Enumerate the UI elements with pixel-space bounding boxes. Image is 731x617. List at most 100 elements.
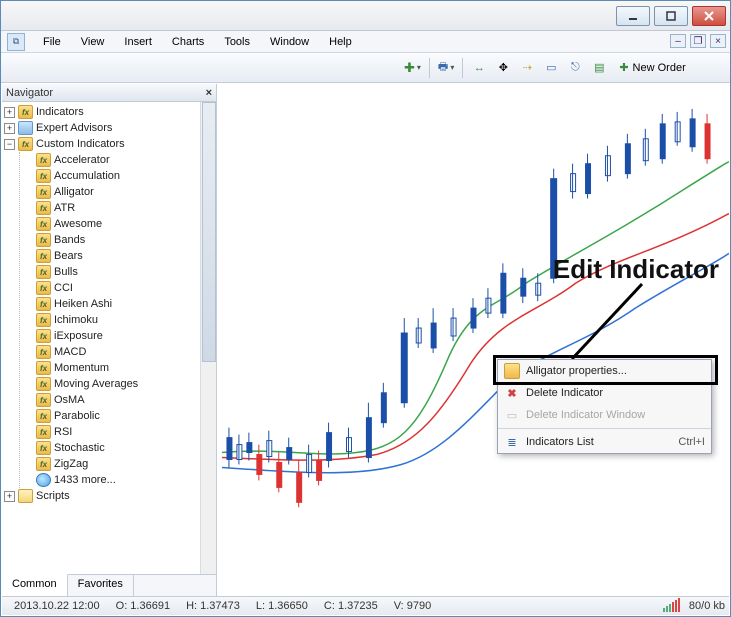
cursor-button[interactable]: ✥ [492,57,514,79]
scrollbar-thumb[interactable] [202,102,216,362]
chart-area[interactable]: Edit Indicator Alligator properties... ✖… [217,84,729,596]
auto-scroll-button[interactable]: ⇢ [516,57,538,79]
tab-common[interactable]: Common [2,574,68,596]
fx-icon [36,233,51,247]
menu-file[interactable]: File [33,33,71,51]
tree-item[interactable]: Accelerator [25,152,216,168]
indicators-button[interactable]: ⎋ [564,57,586,79]
tree-item[interactable]: Momentum [25,360,216,376]
collapse-icon[interactable]: − [4,139,15,150]
tree-item[interactable]: Awesome [25,216,216,232]
fx-icon [36,441,51,455]
expand-icon[interactable]: + [4,123,15,134]
tree-item[interactable]: Ichimoku [25,312,216,328]
tree-label: Stochastic [54,442,105,454]
menu-view[interactable]: View [71,33,115,51]
menu-label: Delete Indicator [526,387,603,399]
tab-favorites[interactable]: Favorites [68,575,134,596]
tree-item[interactable]: Bulls [25,264,216,280]
tree-item[interactable]: CCI [25,280,216,296]
tree-item[interactable]: Stochastic [25,440,216,456]
tree-label: Bears [54,250,83,262]
tree-label: Alligator [54,186,94,198]
navigator-scrollbar[interactable] [200,102,216,574]
mdi-restore-button[interactable]: ❐ [690,34,706,48]
tree-item[interactable]: Alligator [25,184,216,200]
navigator-tree: +Indicators + Expert Advisors −Custom Ind… [2,102,216,574]
minimize-button[interactable] [616,6,650,26]
tree-item[interactable]: RSI [25,424,216,440]
menu-shortcut: Ctrl+I [678,436,705,448]
menu-insert[interactable]: Insert [114,33,162,51]
mdi-close-button[interactable]: × [710,34,726,48]
maximize-button[interactable] [654,6,688,26]
expand-icon[interactable]: + [4,491,15,502]
advisor-icon [18,121,33,135]
navigator-panel: Navigator × +Indicators +Expert Advisors… [2,84,217,596]
context-menu: Alligator properties... ✖ Delete Indicat… [497,359,712,454]
separator [462,58,463,78]
new-order-button[interactable]: ✚New Order [612,57,692,79]
menu-tools[interactable]: Tools [214,33,260,51]
fx-icon [36,153,51,167]
navigator-close-icon[interactable]: × [206,87,212,99]
chart-svg [217,84,729,576]
tree-label: RSI [54,426,72,438]
tree-item[interactable]: Moving Averages [25,376,216,392]
menu-window[interactable]: Window [260,33,319,51]
app-window: ⧉ File View Insert Charts Tools Window H… [0,0,731,617]
new-chart-button[interactable]: ✚▾ [401,57,424,79]
profiles-button[interactable]: 🖶▾ [435,57,457,79]
tree-label: Moving Averages [54,378,138,390]
expand-icon[interactable]: + [4,107,15,118]
custom-children: Accelerator Accumulation Alligator ATRAweso… [19,152,216,488]
fx-icon [36,249,51,263]
tree-item[interactable]: Accumulation [25,168,216,184]
tree-label: Ichimoku [54,314,98,326]
tree-expert-advisors[interactable]: + Expert Advisors [4,120,216,136]
menu-help[interactable]: Help [319,33,362,51]
tree-label: Accumulation [54,170,120,182]
fx-icon [36,329,51,343]
tree-label: Heiken Ashi [54,298,112,310]
new-order-label: New Order [633,62,686,74]
tree-label: OsMA [54,394,85,406]
tree-item[interactable]: Bands [25,232,216,248]
fx-icon [36,377,51,391]
tree-item[interactable]: ATR [25,200,216,216]
tree-item[interactable]: OsMA [25,392,216,408]
menu-properties[interactable]: Alligator properties... [498,360,711,382]
tree-item[interactable]: MACD [25,344,216,360]
menubar: ⧉ File View Insert Charts Tools Window H… [1,31,730,53]
delete-icon: ✖ [504,385,520,401]
tree-item[interactable]: Heiken Ashi [25,296,216,312]
tree-label: Bands [54,234,85,246]
tree-label: Expert Advisors [36,122,112,134]
tree-item[interactable]: Parabolic [25,408,216,424]
tree-more[interactable]: 1433 more... [25,472,216,488]
tree-item[interactable]: Bears [25,248,216,264]
tree-scripts[interactable]: +Scripts [4,488,216,504]
tree-item[interactable]: ZigZag [25,456,216,472]
chart-shift-button[interactable]: ▭ [540,57,562,79]
fx-icon [36,265,51,279]
fx-icon [504,363,520,379]
menu-delete-window: ▭ Delete Indicator Window [498,404,711,426]
templates-button[interactable]: ▤ [588,57,610,79]
tree-custom-indicators[interactable]: −Custom Indicators [4,136,216,152]
menu-delete-indicator[interactable]: ✖ Delete Indicator [498,382,711,404]
crosshair-button[interactable]: ↔ [468,57,490,79]
separator [429,58,430,78]
menu-label: Alligator properties... [526,365,627,377]
close-button[interactable] [692,6,726,26]
fx-icon [18,137,33,151]
tree-item[interactable]: iExposure [25,328,216,344]
menu-charts[interactable]: Charts [162,33,214,51]
script-icon [18,489,33,503]
status-open: O: 1.36691 [108,600,178,612]
mdi-minimize-button[interactable]: – [670,34,686,48]
fx-icon [36,201,51,215]
menu-indicators-list[interactable]: ≣ Indicators List Ctrl+I [498,431,711,453]
tree-indicators[interactable]: +Indicators [4,104,216,120]
window-icon: ▭ [504,407,520,423]
